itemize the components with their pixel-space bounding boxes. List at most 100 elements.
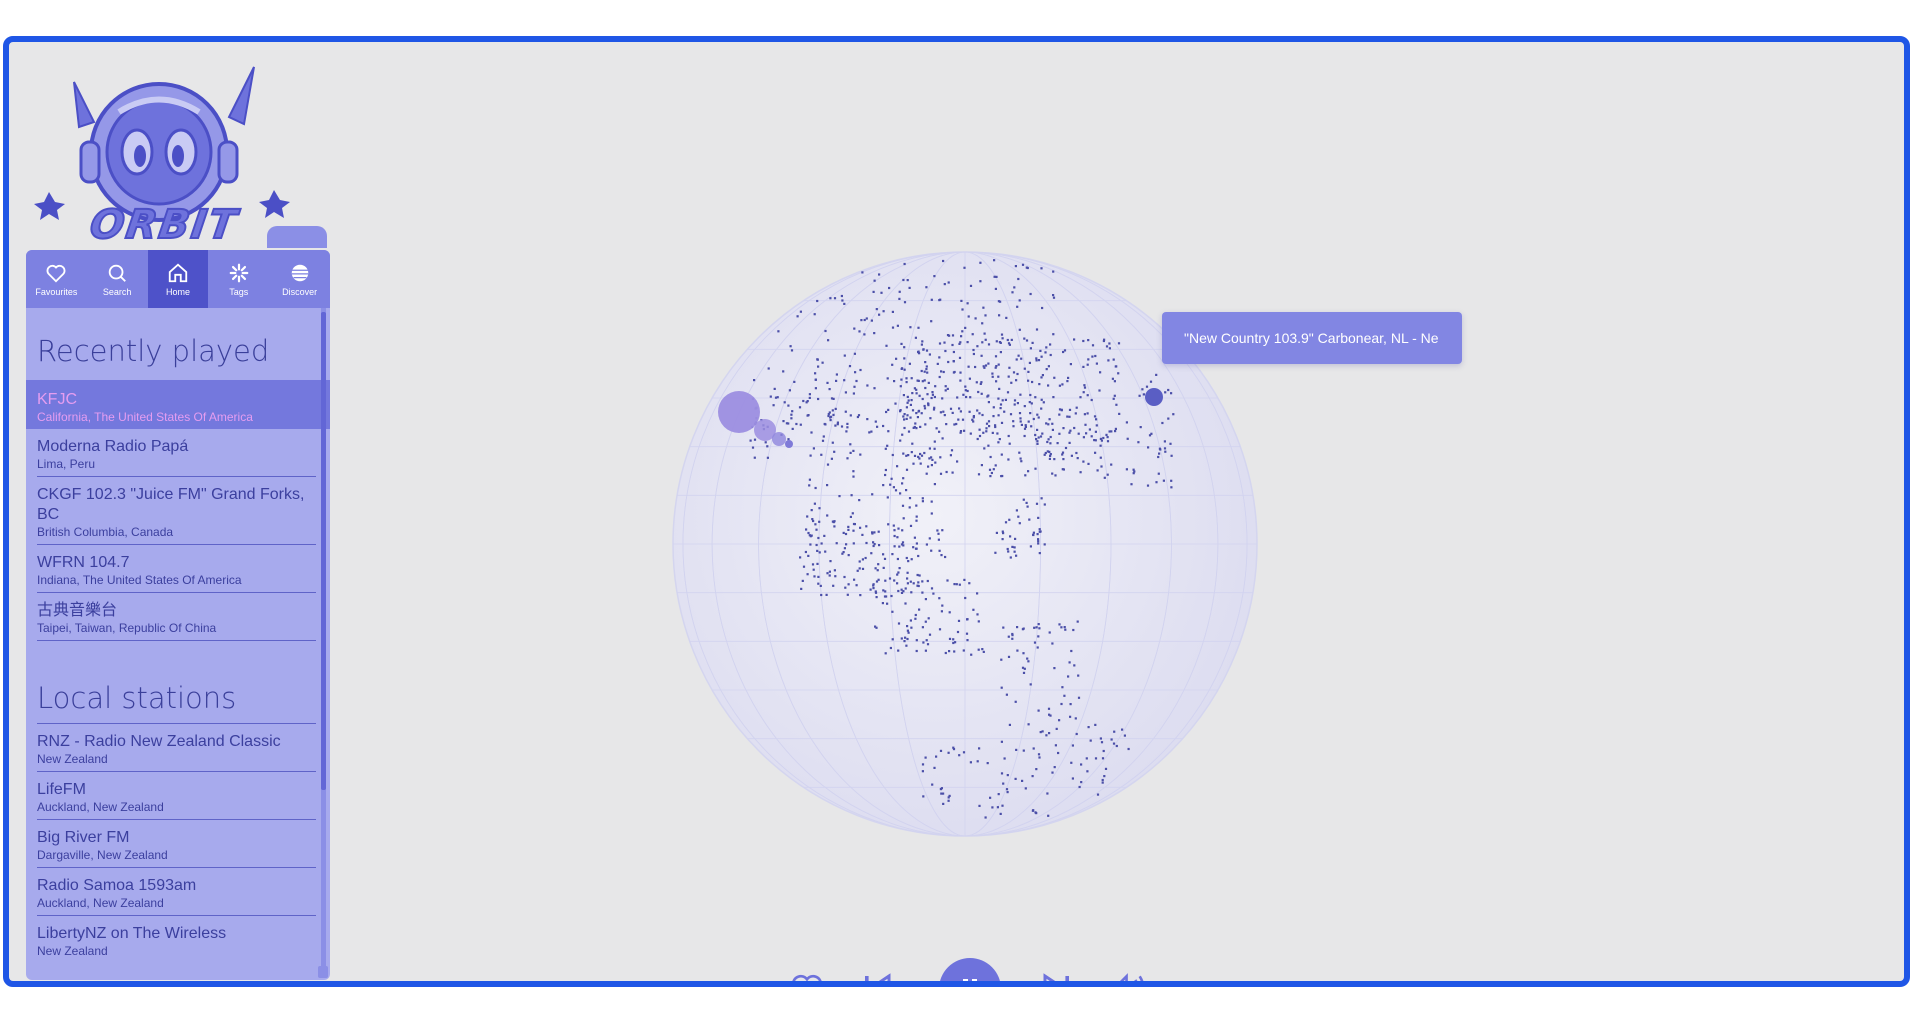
- station-dot[interactable]: [800, 587, 803, 590]
- station-dot[interactable]: [877, 563, 880, 566]
- station-dot[interactable]: [930, 456, 933, 459]
- station-dot[interactable]: [1164, 450, 1167, 453]
- station-dot[interactable]: [875, 596, 878, 599]
- list-item[interactable]: Radio Samoa 1593am Auckland, New Zealand: [37, 868, 316, 916]
- station-dot[interactable]: [749, 439, 752, 442]
- station-dot[interactable]: [976, 409, 979, 412]
- station-dot[interactable]: [905, 556, 908, 560]
- station-dot[interactable]: [984, 314, 987, 317]
- station-dot[interactable]: [933, 766, 936, 769]
- station-dot[interactable]: [872, 290, 875, 293]
- station-dot[interactable]: [843, 575, 846, 579]
- station-dot[interactable]: [1022, 627, 1025, 630]
- station-dot[interactable]: [991, 372, 994, 375]
- station-dot[interactable]: [906, 577, 909, 580]
- station-dot[interactable]: [979, 382, 982, 385]
- station-dot[interactable]: [966, 302, 969, 305]
- station-dot[interactable]: [939, 411, 942, 414]
- station-dot[interactable]: [1063, 694, 1066, 697]
- station-dot[interactable]: [1007, 635, 1010, 638]
- station-dot[interactable]: [833, 450, 836, 453]
- station-dot[interactable]: [1114, 427, 1117, 430]
- station-dot[interactable]: [1058, 623, 1061, 626]
- station-dot[interactable]: [994, 366, 997, 369]
- station-dot[interactable]: [1006, 391, 1010, 394]
- station-dot[interactable]: [1014, 777, 1017, 780]
- station-dot[interactable]: [840, 425, 844, 428]
- station-dot[interactable]: [915, 412, 918, 415]
- list-item[interactable]: WFRN 104.7 Indiana, The United States Of…: [37, 545, 316, 593]
- station-dot[interactable]: [875, 626, 878, 629]
- station-dot[interactable]: [921, 397, 924, 401]
- station-dot[interactable]: [923, 407, 927, 410]
- station-dot[interactable]: [1060, 408, 1063, 411]
- station-dot[interactable]: [1006, 547, 1009, 551]
- skip-back-icon[interactable]: [859, 970, 895, 987]
- nav-search[interactable]: Search: [87, 250, 148, 308]
- station-dot[interactable]: [874, 591, 878, 594]
- station-dot[interactable]: [969, 396, 972, 399]
- station-dot[interactable]: [807, 531, 810, 535]
- station-dot[interactable]: [1047, 438, 1050, 441]
- station-dot[interactable]: [1028, 401, 1031, 404]
- station-dot[interactable]: [1043, 503, 1046, 506]
- station-dot[interactable]: [1046, 440, 1049, 444]
- station-dot[interactable]: [809, 543, 812, 546]
- station-dot[interactable]: [906, 625, 909, 628]
- station-dot[interactable]: [836, 421, 839, 424]
- station-dot[interactable]: [872, 587, 875, 590]
- station-dot[interactable]: [1061, 468, 1064, 471]
- station-dot[interactable]: [1030, 425, 1033, 428]
- station-dot[interactable]: [820, 542, 823, 545]
- station-dot[interactable]: [1045, 346, 1048, 349]
- station-dot[interactable]: [1077, 674, 1080, 677]
- station-dot[interactable]: [925, 543, 928, 546]
- station-dot[interactable]: [981, 322, 984, 325]
- station-dot[interactable]: [1052, 396, 1055, 399]
- station-dot[interactable]: [814, 486, 817, 490]
- station-dot[interactable]: [817, 397, 820, 401]
- station-dot[interactable]: [876, 425, 879, 428]
- station-dot[interactable]: [805, 401, 808, 404]
- station-dot[interactable]: [1080, 763, 1083, 766]
- station-dot[interactable]: [1110, 463, 1113, 466]
- station-dot[interactable]: [999, 403, 1003, 406]
- station-dot[interactable]: [791, 427, 794, 430]
- station-dot[interactable]: [993, 259, 996, 262]
- station-dot[interactable]: [1037, 516, 1040, 519]
- station-dot[interactable]: [911, 392, 914, 395]
- station-dot[interactable]: [869, 588, 872, 591]
- station-dot[interactable]: [945, 470, 948, 474]
- station-dot[interactable]: [1040, 267, 1043, 270]
- station-dot[interactable]: [845, 543, 848, 546]
- station-dot[interactable]: [1018, 522, 1021, 525]
- station-dot[interactable]: [783, 401, 786, 404]
- station-dot[interactable]: [999, 407, 1002, 410]
- station-dot[interactable]: [1017, 277, 1020, 281]
- station-dot[interactable]: [1044, 451, 1047, 455]
- station-dot[interactable]: [997, 414, 1000, 417]
- station-dot[interactable]: [976, 613, 979, 616]
- station-dot[interactable]: [1047, 814, 1050, 817]
- station-dot[interactable]: [1130, 483, 1133, 486]
- station-dot[interactable]: [938, 597, 941, 600]
- station-dot[interactable]: [884, 579, 887, 582]
- station-dot[interactable]: [989, 796, 992, 799]
- station-dot[interactable]: [861, 558, 864, 561]
- station-dot[interactable]: [788, 389, 791, 392]
- station-dot[interactable]: [979, 280, 982, 283]
- station-dot[interactable]: [1082, 339, 1085, 343]
- station-dot[interactable]: [914, 422, 917, 425]
- station-dot[interactable]: [833, 297, 837, 300]
- station-dot[interactable]: [972, 348, 975, 352]
- station-dot[interactable]: [1096, 793, 1100, 796]
- station-dot[interactable]: [753, 456, 756, 459]
- station-dot[interactable]: [1093, 415, 1097, 418]
- station-dot[interactable]: [1052, 270, 1055, 273]
- station-dot[interactable]: [852, 449, 855, 452]
- station-dot[interactable]: [915, 427, 918, 430]
- station-dot[interactable]: [979, 261, 982, 264]
- station-dot[interactable]: [1061, 451, 1065, 454]
- station-dot[interactable]: [1029, 683, 1032, 686]
- station-dot[interactable]: [1098, 389, 1101, 392]
